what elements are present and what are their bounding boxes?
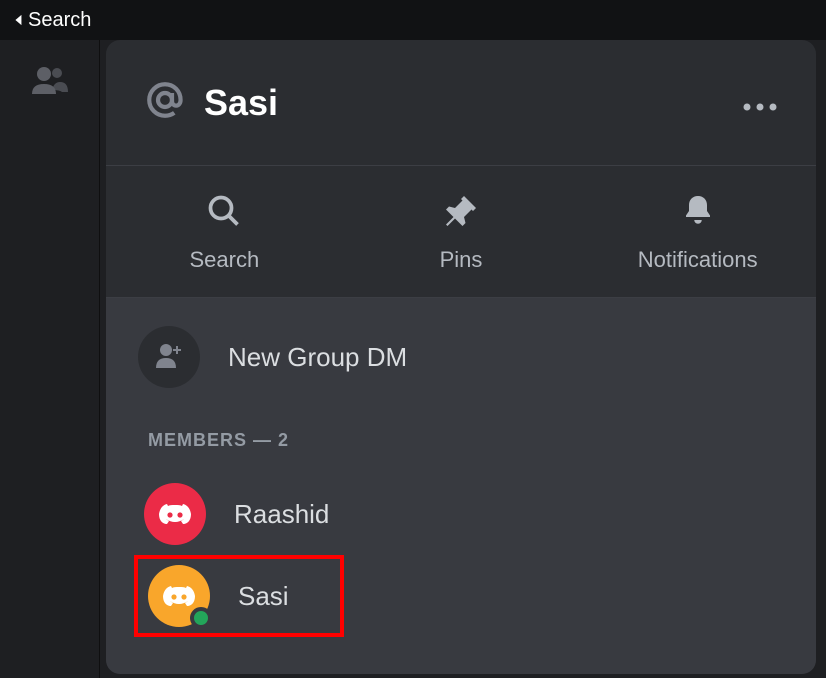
avatar-raashid <box>144 483 206 545</box>
panel-title: Sasi <box>204 82 278 124</box>
dm-panel: Sasi Search Pins <box>106 40 816 674</box>
new-group-label: New Group DM <box>228 342 407 373</box>
notifications-label: Notifications <box>638 247 758 273</box>
new-group-dm-button[interactable]: New Group DM <box>138 326 784 388</box>
notifications-action[interactable]: Notifications <box>579 191 816 273</box>
top-bar: Search <box>0 0 826 40</box>
action-row: Search Pins Notifications <box>106 166 816 298</box>
left-gutter <box>0 40 100 678</box>
discord-logo-icon <box>161 582 197 610</box>
member-name: Raashid <box>234 499 329 530</box>
pins-action[interactable]: Pins <box>343 191 580 273</box>
search-label: Search <box>189 247 259 273</box>
add-user-icon <box>154 342 184 373</box>
bell-icon <box>680 191 716 231</box>
at-icon <box>144 79 186 126</box>
pin-icon <box>443 191 479 231</box>
avatar-sasi <box>148 565 210 627</box>
pins-label: Pins <box>440 247 483 273</box>
members-heading: MEMBERS — 2 <box>138 430 784 451</box>
online-status-icon <box>190 607 212 629</box>
search-icon <box>206 191 242 231</box>
member-row-sasi[interactable]: Sasi <box>134 555 344 637</box>
discord-logo-icon <box>157 500 193 528</box>
member-row-raashid[interactable]: Raashid <box>138 473 784 555</box>
more-options-button[interactable] <box>742 87 778 119</box>
panel-body: New Group DM MEMBERS — 2 Raashid <box>106 298 816 674</box>
back-search-button[interactable]: Search <box>12 9 91 32</box>
new-group-icon-wrap <box>138 326 200 388</box>
friends-icon[interactable] <box>30 64 70 678</box>
search-action[interactable]: Search <box>106 191 343 273</box>
member-name: Sasi <box>238 581 289 612</box>
panel-header: Sasi <box>106 40 816 166</box>
back-caret-icon <box>12 9 24 32</box>
panel-title-group: Sasi <box>144 79 278 126</box>
back-search-label: Search <box>28 9 91 32</box>
